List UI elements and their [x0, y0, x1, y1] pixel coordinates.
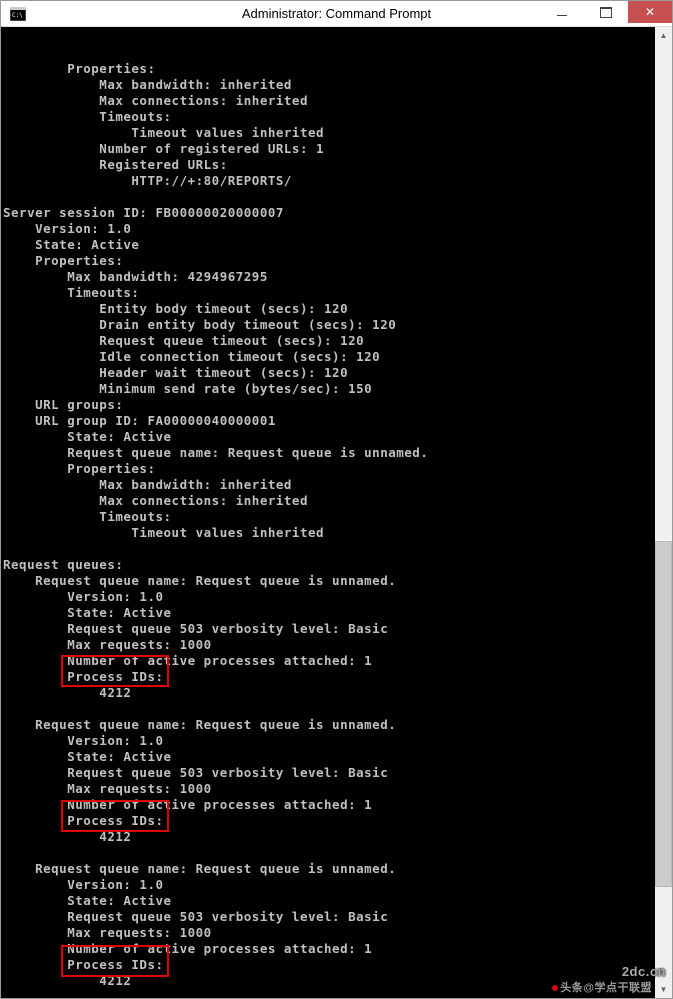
brand-dot-icon	[552, 985, 558, 991]
scroll-up-button[interactable]: ▲	[655, 27, 672, 44]
svg-text:C:\: C:\	[12, 12, 23, 19]
watermark-label: 2dc.cn	[622, 964, 666, 979]
scrollbar-track[interactable]	[655, 44, 672, 981]
terminal-output: Properties: Max bandwidth: inherited Max…	[3, 61, 653, 998]
scrollbar-thumb[interactable]	[655, 541, 672, 888]
minimize-button[interactable]	[540, 1, 584, 23]
window-titlebar: C:\ Administrator: Command Prompt	[1, 1, 672, 27]
maximize-button[interactable]	[584, 1, 628, 23]
app-icon: C:\	[5, 3, 31, 25]
terminal-area: Properties: Max bandwidth: inherited Max…	[1, 27, 672, 998]
footer-brand: 头条@学点干联盟	[550, 980, 652, 996]
scroll-down-button[interactable]: ▼	[655, 981, 672, 998]
footer-text: 头条@学点干联盟	[560, 982, 652, 994]
watermark-text: 2dc.cn	[622, 964, 666, 980]
close-button[interactable]	[628, 1, 672, 23]
vertical-scrollbar[interactable]: ▲ ▼	[655, 27, 672, 998]
window-control-buttons	[540, 1, 672, 26]
command-prompt-window: C:\ Administrator: Command Prompt Proper…	[0, 0, 673, 999]
